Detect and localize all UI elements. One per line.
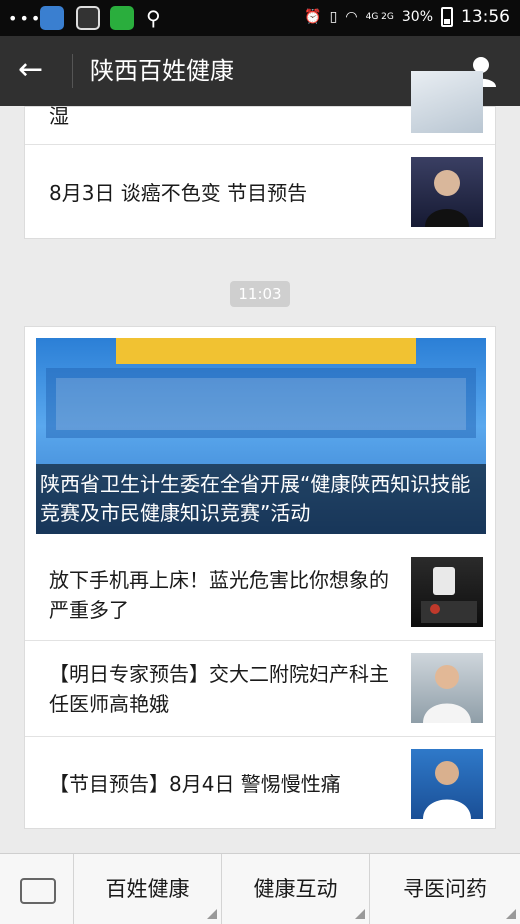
menu-item-xunyi-wenyao[interactable]: 寻医问药 [370, 854, 520, 924]
alarm-icon: ⏰ [304, 9, 322, 25]
article-group-2: 陕西省卫生计生委在全省开展“健康陕西知识技能竞赛及市民健康知识竞赛”活动 放下手… [24, 326, 496, 829]
network-label: 4G 2G [365, 11, 394, 22]
article-title: 8月3日 谈癌不色变 节目预告 [49, 181, 308, 205]
status-right: ⏰ ▯ ◠ 4G 2G 30% 13:56 [304, 7, 510, 27]
article-thumbnail [411, 71, 483, 133]
status-bar: ••• ⚲ ⏰ ▯ ◠ 4G 2G 30% 13:56 [0, 0, 520, 36]
camera-app-icon [76, 6, 100, 30]
article-item[interactable]: 放下手机再上床！蓝光危害比你想象的严重多了 [25, 545, 495, 641]
article-item[interactable]: 8月3日 谈癌不色变 节目预告 [25, 145, 495, 240]
article-thumbnail [411, 157, 483, 227]
wifi-icon: ◠ [345, 9, 358, 25]
battery-percent: 30% [401, 9, 433, 25]
wechat-notification-icon [110, 6, 134, 30]
article-thumbnail [411, 749, 483, 819]
article-title: 放下手机再上床！蓝光危害比你想象的严重多了 [49, 568, 389, 622]
menu-item-baixing-jiankang[interactable]: 百姓健康 [74, 854, 222, 924]
submenu-indicator-icon [207, 909, 217, 919]
more-dots-icon: ••• [8, 9, 43, 28]
article-item[interactable]: 【节目预告】8月4日 警惕慢性痛 [25, 737, 495, 830]
keyboard-icon [20, 878, 56, 904]
article-thumbnail [411, 557, 483, 627]
article-item-partial[interactable]: 湿 [25, 71, 495, 145]
page-title: 陕西百姓健康 [90, 57, 234, 85]
article-title: 湿 [49, 104, 69, 128]
article-item[interactable]: 【明日专家预告】交大二附院妇产科主任医师高艳娥 [25, 641, 495, 737]
submenu-indicator-icon [355, 909, 365, 919]
bottom-menu: 百姓健康 健康互动 寻医问药 [0, 853, 520, 924]
featured-caption: 陕西省卫生计生委在全省开展“健康陕西知识技能竞赛及市民健康知识竞赛”活动 [36, 464, 486, 534]
back-arrow-icon[interactable]: ← [18, 52, 43, 88]
clock: 13:56 [461, 7, 510, 27]
battery-icon [441, 7, 453, 27]
message-timestamp: 11:03 [230, 281, 290, 307]
article-title: 【明日专家预告】交大二附院妇产科主任医师高艳娥 [49, 662, 389, 716]
submenu-indicator-icon [506, 909, 516, 919]
menu-label: 百姓健康 [105, 877, 190, 901]
menu-label: 健康互动 [253, 877, 338, 901]
weather-app-icon [40, 6, 64, 30]
featured-article[interactable]: 陕西省卫生计生委在全省开展“健康陕西知识技能竞赛及市民健康知识竞赛”活动 [36, 338, 486, 534]
usb-icon: ⚲ [146, 6, 161, 30]
keyboard-toggle[interactable] [0, 854, 74, 924]
vibrate-icon: ▯ [329, 9, 338, 25]
article-group-1: 湿 8月3日 谈癌不色变 节目预告 [24, 71, 496, 240]
menu-label: 寻医问药 [403, 877, 487, 901]
menu-item-jiankang-hudong[interactable]: 健康互动 [222, 854, 370, 924]
nav-divider [72, 54, 73, 88]
article-thumbnail [411, 653, 483, 723]
article-title: 【节目预告】8月4日 警惕慢性痛 [49, 772, 341, 796]
